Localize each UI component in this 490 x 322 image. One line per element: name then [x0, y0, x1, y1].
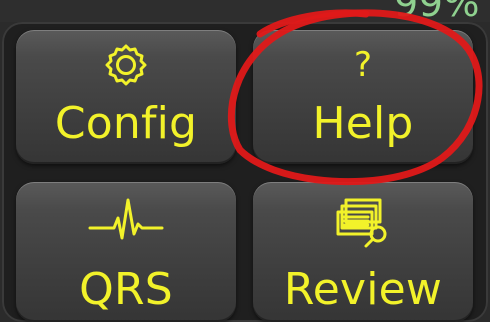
review-button[interactable]: Review — [253, 182, 473, 322]
question-icon: ? — [353, 45, 373, 85]
gear-icon — [105, 44, 147, 86]
review-label: Review — [283, 264, 443, 315]
config-label: Config — [54, 98, 198, 149]
ecg-waveform-icon — [88, 198, 164, 240]
config-button[interactable]: Config — [16, 30, 236, 164]
help-label: Help — [312, 98, 414, 149]
monitor-review-icon — [336, 198, 387, 248]
qrs-label: QRS — [79, 264, 173, 315]
qrs-button[interactable]: QRS — [16, 182, 236, 322]
help-button[interactable]: ? Help — [253, 30, 473, 164]
menu-panel: Config ? Help QRS Review — [2, 22, 488, 322]
top-status-bar: 99% — [0, 0, 490, 22]
battery-indicator: 99% — [394, 0, 480, 22]
